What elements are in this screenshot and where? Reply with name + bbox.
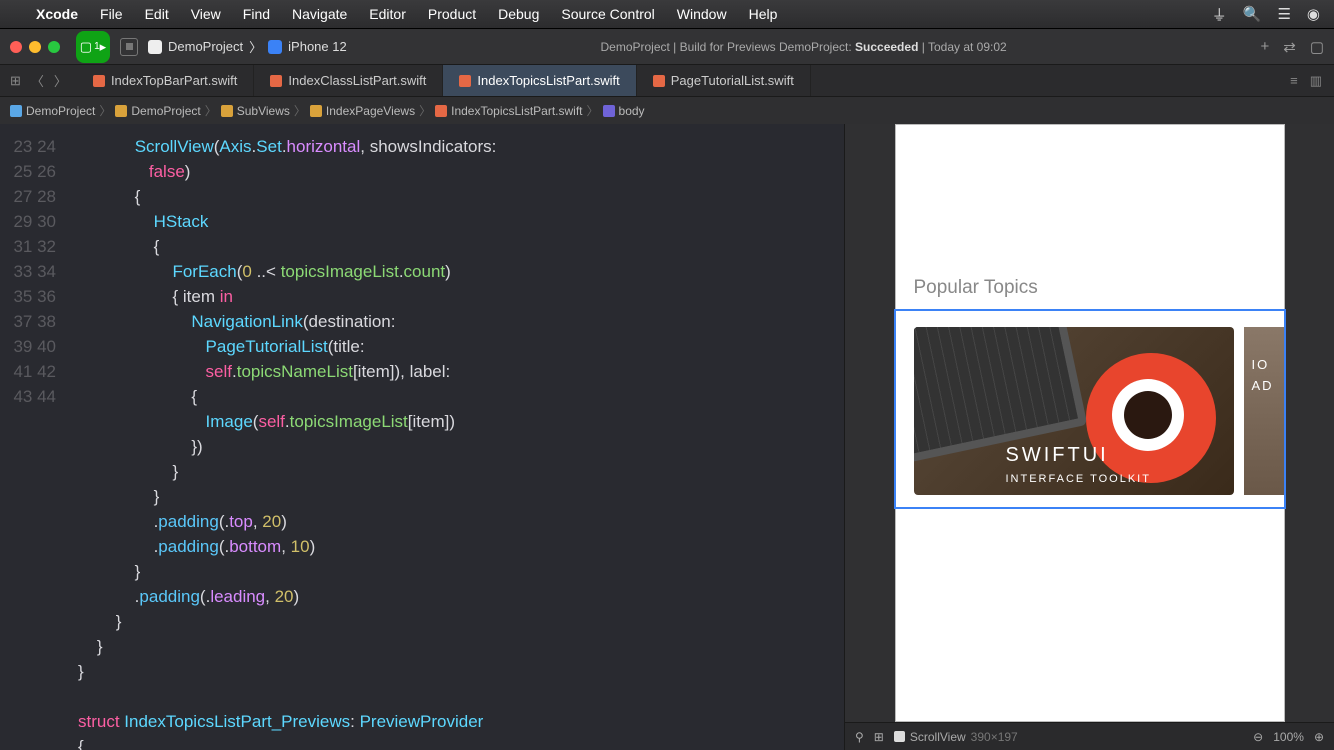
folder-icon: [221, 105, 233, 117]
app-icon: [148, 40, 162, 54]
line-gutter: 23 24 25 26 27 28 29 30 31 32 33 34 35 3…: [0, 124, 70, 750]
card-subtitle: INTERFACE TOOLKIT: [1006, 473, 1151, 485]
crumb[interactable]: IndexTopicsListPart.swift: [451, 104, 582, 118]
device-icon: [268, 40, 282, 54]
selection-info[interactable]: ScrollView 390×197: [894, 730, 1018, 744]
stop-button[interactable]: [120, 38, 138, 56]
wifi-icon[interactable]: ⏚: [1212, 4, 1227, 25]
zoom-out-icon[interactable]: ⊖: [1253, 730, 1263, 744]
crumb[interactable]: IndexPageViews: [326, 104, 415, 118]
menu-editor[interactable]: Editor: [369, 6, 406, 22]
macos-menubar: Xcode File Edit View Find Navigate Edito…: [0, 0, 1334, 28]
crumb[interactable]: SubViews: [237, 104, 290, 118]
swift-file-icon: [653, 75, 665, 87]
add-icon[interactable]: +: [1260, 38, 1269, 56]
project-icon: [10, 105, 22, 117]
control-center-icon[interactable]: ☰: [1277, 5, 1290, 23]
jump-bar[interactable]: DemoProject〉 DemoProject〉 SubViews〉 Inde…: [0, 96, 1334, 124]
app-name[interactable]: Xcode: [36, 6, 78, 22]
chevron-right-icon: 〉: [249, 37, 262, 56]
crumb[interactable]: body: [619, 104, 645, 118]
run-button[interactable]: ▢ 1▸: [76, 31, 110, 63]
close-window-button[interactable]: [10, 41, 22, 53]
forward-button[interactable]: 〉: [54, 71, 67, 90]
topic-card-swiftui[interactable]: SWIFTUI INTERFACE TOOLKIT: [914, 327, 1234, 495]
menu-view[interactable]: View: [191, 6, 221, 22]
menu-file[interactable]: File: [100, 6, 123, 22]
folder-icon: [115, 105, 127, 117]
tab-label: PageTutorialList.swift: [671, 73, 794, 88]
selected-size: 390×197: [971, 730, 1018, 744]
swift-file-icon: [459, 75, 471, 87]
tab-pagetutoriallist[interactable]: PageTutorialList.swift: [637, 65, 811, 96]
selected-element: ScrollView: [910, 730, 966, 744]
adjust-editor-icon[interactable]: ▥: [1310, 73, 1322, 89]
code-content[interactable]: ScrollView(Axis.Set.horizontal, showsInd…: [70, 124, 844, 750]
menu-edit[interactable]: Edit: [145, 6, 169, 22]
preview-device: Popular Topics SWIFTUI INTERFACE TOOLKIT…: [895, 124, 1285, 722]
card-title: SWIFTUI: [1006, 444, 1109, 467]
tab-indexclasslist[interactable]: IndexClassListPart.swift: [254, 65, 443, 96]
preview-panel: Popular Topics SWIFTUI INTERFACE TOOLKIT…: [844, 124, 1334, 750]
preview-footer: ⚲ ⊞ ScrollView 390×197 ⊖ 100% ⊕: [845, 722, 1334, 750]
code-editor[interactable]: 23 24 25 26 27 28 29 30 31 32 33 34 35 3…: [0, 124, 844, 750]
topics-scrollview[interactable]: SWIFTUI INTERFACE TOOLKIT IO AD: [894, 309, 1286, 509]
back-button[interactable]: 〈: [31, 71, 44, 90]
tab-indextopicslist[interactable]: IndexTopicsListPart.swift: [443, 65, 636, 96]
menu-navigate[interactable]: Navigate: [292, 6, 347, 22]
menu-debug[interactable]: Debug: [498, 6, 539, 22]
zoom-in-icon[interactable]: ⊕: [1314, 730, 1324, 744]
spotlight-icon[interactable]: 🔍: [1243, 5, 1262, 23]
preview-canvas[interactable]: Popular Topics SWIFTUI INTERFACE TOOLKIT…: [845, 124, 1334, 722]
menu-source-control[interactable]: Source Control: [561, 6, 654, 22]
pin-icon[interactable]: ⚲: [855, 730, 864, 744]
activity-status: DemoProject | Build for Previews DemoPro…: [357, 40, 1251, 54]
section-title: Popular Topics: [896, 265, 1284, 309]
window-controls: [10, 41, 60, 53]
crumb[interactable]: DemoProject: [131, 104, 200, 118]
related-items-icon[interactable]: ⊞: [10, 73, 21, 89]
menu-window[interactable]: Window: [677, 6, 727, 22]
zoom-level[interactable]: 100%: [1273, 730, 1304, 744]
code-review-icon[interactable]: ⇄: [1283, 38, 1296, 56]
swift-file-icon: [270, 75, 282, 87]
menu-find[interactable]: Find: [243, 6, 270, 22]
scheme-selector[interactable]: DemoProject 〉 iPhone 12: [148, 37, 347, 56]
device-name: iPhone 12: [288, 39, 347, 54]
user-icon[interactable]: ◉: [1307, 5, 1320, 23]
folder-icon: [310, 105, 322, 117]
tab-indextopbar[interactable]: IndexTopBarPart.swift: [77, 65, 254, 96]
scheme-name: DemoProject: [168, 39, 243, 54]
tab-label: IndexTopBarPart.swift: [111, 73, 237, 88]
swift-file-icon: [435, 105, 447, 117]
menu-product[interactable]: Product: [428, 6, 476, 22]
topic-card-peek[interactable]: IO AD: [1244, 327, 1284, 495]
tab-bar: ⊞ 〈 〉 IndexTopBarPart.swift IndexClassLi…: [0, 64, 1334, 96]
maximize-window-button[interactable]: [48, 41, 60, 53]
property-icon: [603, 105, 615, 117]
document-items-icon[interactable]: ≡: [1290, 73, 1298, 88]
minimize-window-button[interactable]: [29, 41, 41, 53]
library-icon[interactable]: ▢: [1310, 38, 1324, 56]
menu-help[interactable]: Help: [749, 6, 778, 22]
view-icon: [894, 731, 905, 742]
crumb[interactable]: DemoProject: [26, 104, 95, 118]
adjust-icon[interactable]: ⊞: [874, 730, 884, 744]
window-toolbar: ▢ 1▸ DemoProject 〉 iPhone 12 DemoProject…: [0, 28, 1334, 64]
tab-label: IndexTopicsListPart.swift: [477, 73, 619, 88]
swift-file-icon: [93, 75, 105, 87]
tab-label: IndexClassListPart.swift: [288, 73, 426, 88]
